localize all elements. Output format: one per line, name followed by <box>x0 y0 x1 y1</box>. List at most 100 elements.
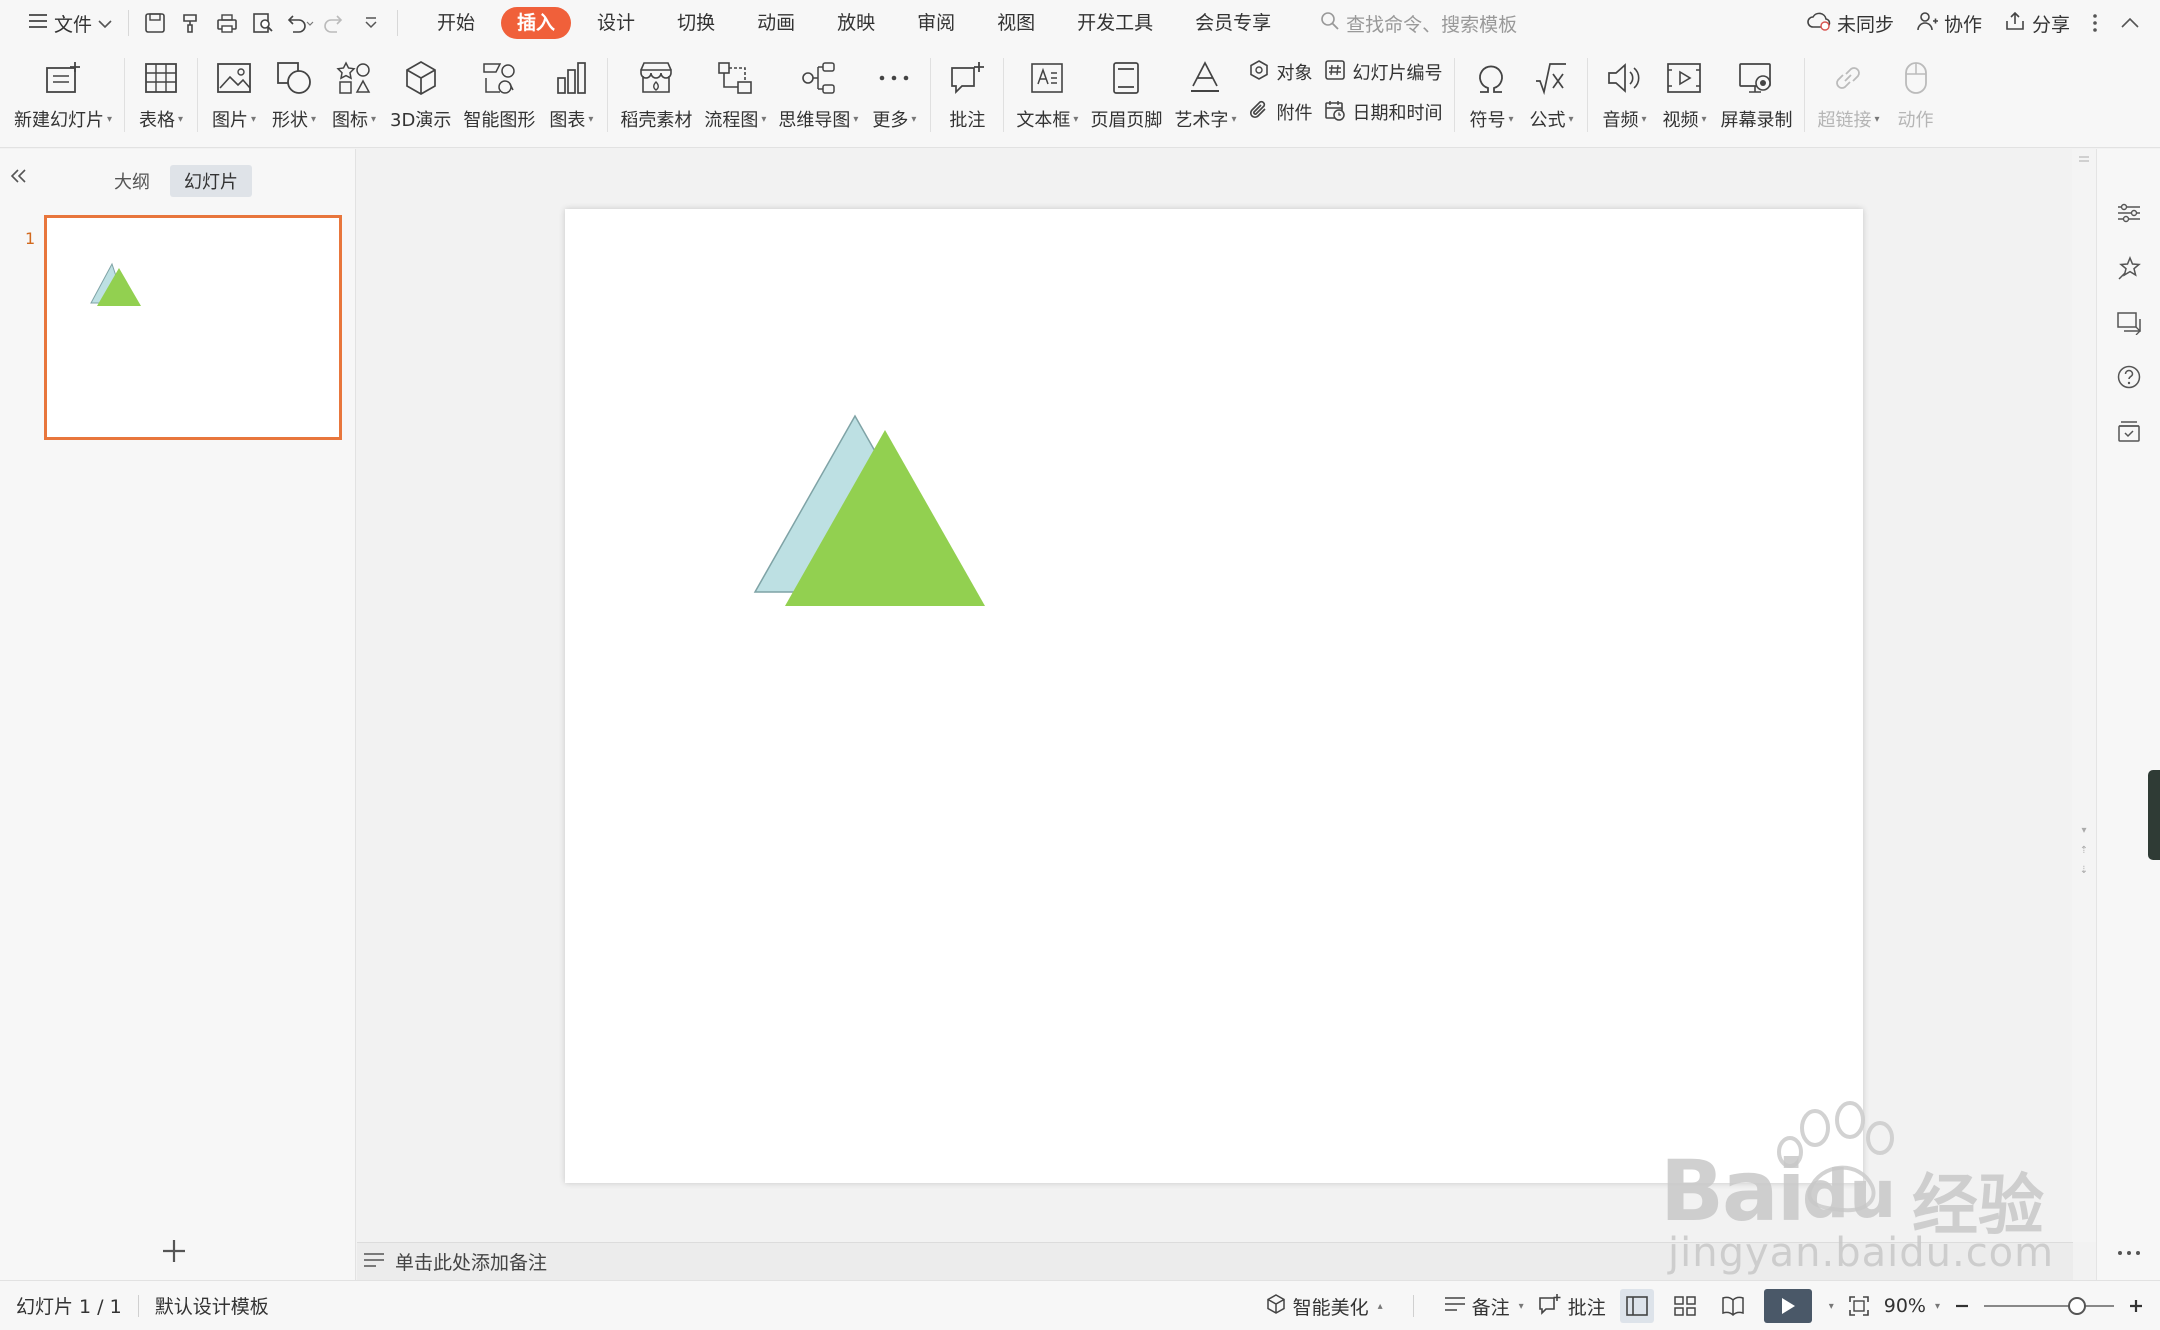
3d-demo-button[interactable]: 3D演示 <box>384 46 457 146</box>
collaborate-button[interactable]: 协作 <box>1916 10 1982 37</box>
chevron-down-icon <box>98 12 112 34</box>
material-button[interactable]: 稻壳素材 <box>614 46 698 146</box>
template-name[interactable]: 默认设计模板 <box>155 1292 269 1319</box>
smart-graphic-button[interactable]: 智能图形 <box>457 46 541 146</box>
caret-up-icon: ▴ <box>1377 1300 1383 1312</box>
command-search[interactable]: 查找命令、搜索模板 <box>1320 10 1517 37</box>
icon-button[interactable]: 图标 ▾ <box>324 46 384 146</box>
zoom-slider-knob[interactable] <box>2068 1297 2086 1315</box>
print-icon[interactable] <box>212 8 242 38</box>
next-slide-icon[interactable]: ⇣ <box>2077 865 2091 876</box>
object-button[interactable]: 对象 <box>1248 58 1312 86</box>
backup-box-icon[interactable] <box>2113 415 2145 447</box>
notes-bar[interactable]: 单击此处添加备注 <box>357 1242 2073 1280</box>
picture-button[interactable]: 图片 ▾ <box>204 46 264 146</box>
divider <box>1587 58 1589 132</box>
more-options-icon[interactable] <box>2092 13 2098 33</box>
tab-outline[interactable]: 大纲 <box>100 165 164 197</box>
undo-icon[interactable] <box>284 8 314 38</box>
slide-sorter-view-button[interactable] <box>1668 1289 1702 1323</box>
textbox-icon <box>1025 56 1069 100</box>
chart-button[interactable]: 图表 ▾ <box>541 46 601 146</box>
tab-home[interactable]: 开始 <box>421 7 491 39</box>
screen-record-button[interactable]: 屏幕录制 <box>1714 46 1798 146</box>
slide-canvas[interactable] <box>565 209 1863 1183</box>
slide-counter: 幻灯片 1 / 1 <box>16 1296 122 1318</box>
more-panels-icon[interactable] <box>2113 1237 2145 1269</box>
scroll-down-arrow-icon[interactable]: ▾ <box>2077 825 2091 836</box>
collapse-panel-icon[interactable] <box>10 165 28 190</box>
comment-add-icon <box>1538 1293 1562 1320</box>
more-label: 更多 <box>872 110 909 131</box>
save-icon[interactable] <box>140 8 170 38</box>
comment-button[interactable]: 批注 <box>937 46 997 146</box>
shape-button[interactable]: 形状 ▾ <box>264 46 324 146</box>
customize-quick-access-icon[interactable] <box>356 8 386 38</box>
tab-animation[interactable]: 动画 <box>741 7 811 39</box>
tab-insert[interactable]: 插入 <box>501 7 572 39</box>
table-button[interactable]: 表格 ▾ <box>131 46 191 146</box>
material-label: 稻壳素材 <box>620 110 693 131</box>
video-button[interactable]: 视频 ▾ <box>1654 46 1714 146</box>
reading-view-button[interactable] <box>1716 1289 1750 1323</box>
slide-thumbnail[interactable] <box>44 215 342 440</box>
scroll-top-icon[interactable] <box>2077 155 2091 166</box>
datetime-button[interactable]: 日期和时间 <box>1324 98 1442 126</box>
hyperlink-button[interactable]: 超链接 ▾ <box>1811 46 1885 146</box>
zoom-out-button[interactable] <box>1954 1298 1970 1314</box>
wordart-button[interactable]: 艺术字 ▾ <box>1168 46 1242 146</box>
flowchart-label: 流程图 <box>704 110 759 131</box>
tab-view[interactable]: 视图 <box>981 7 1051 39</box>
redo-icon[interactable] <box>320 8 350 38</box>
comments-toggle-button[interactable]: 批注 <box>1538 1293 1606 1320</box>
audio-button[interactable]: 音频 ▾ <box>1594 46 1654 146</box>
zoom-in-button[interactable] <box>2128 1298 2144 1314</box>
fit-window-button[interactable] <box>1848 1295 1870 1317</box>
zoom-level-dropdown[interactable]: 90% ▾ <box>1884 1295 1940 1317</box>
tab-transitions[interactable]: 切换 <box>661 7 731 39</box>
textbox-button[interactable]: 文本框 ▾ <box>1010 46 1084 146</box>
formula-button[interactable]: 公式 ▾ <box>1521 46 1581 146</box>
action-button[interactable]: 动作 <box>1886 46 1946 146</box>
print-preview-icon[interactable] <box>248 8 278 38</box>
vertical-scrollbar[interactable]: ▾ ⇡ ⇣ <box>2072 149 2096 1242</box>
wordart-label: 艺术字 <box>1174 110 1229 131</box>
tab-slideshow[interactable]: 放映 <box>821 7 891 39</box>
help-icon[interactable] <box>2113 361 2145 393</box>
properties-sliders-icon[interactable] <box>2113 197 2145 229</box>
share-button[interactable]: 分享 <box>2004 10 2070 37</box>
new-slide-button[interactable]: 新建幻灯片 ▾ <box>8 46 118 146</box>
attachment-button[interactable]: 附件 <box>1248 98 1312 126</box>
slide-switch-icon[interactable] <box>2113 307 2145 339</box>
flowchart-button[interactable]: 流程图 ▾ <box>698 46 772 146</box>
tab-member[interactable]: 会员专享 <box>1179 7 1287 39</box>
normal-view-button[interactable] <box>1619 1289 1654 1323</box>
add-slide-button[interactable] <box>160 1234 188 1274</box>
smart-beautify-button[interactable]: 智能美化 ▴ <box>1265 1293 1383 1320</box>
tab-developer[interactable]: 开发工具 <box>1061 7 1169 39</box>
omega-icon <box>1469 56 1513 100</box>
hamburger-icon <box>28 12 48 34</box>
notes-toggle-button[interactable]: 备注 ▾ <box>1444 1293 1524 1320</box>
previous-slide-icon[interactable]: ⇡ <box>2077 845 2091 856</box>
play-slideshow-button[interactable] <box>1763 1289 1812 1323</box>
floating-side-handle[interactable] <box>2148 770 2160 860</box>
header-footer-button[interactable]: 页眉页脚 <box>1084 46 1168 146</box>
zoom-slider[interactable] <box>1984 1297 2114 1315</box>
symbol-button[interactable]: 符号 ▾ <box>1461 46 1521 146</box>
sync-status-button[interactable]: 未同步 <box>1807 10 1894 37</box>
format-painter-icon[interactable] <box>176 8 206 38</box>
play-options-icon[interactable]: ▾ <box>1829 1301 1834 1312</box>
tab-design[interactable]: 设计 <box>581 7 651 39</box>
animation-star-icon[interactable] <box>2113 253 2145 285</box>
tab-review[interactable]: 审阅 <box>901 7 971 39</box>
more-button[interactable]: 更多 ▾ <box>864 46 924 146</box>
collapse-ribbon-icon[interactable] <box>2120 16 2140 30</box>
mindmap-button[interactable]: 思维导图 ▾ <box>772 46 864 146</box>
cube-icon <box>399 56 443 100</box>
slide-number-button[interactable]: 幻灯片编号 <box>1324 58 1442 86</box>
wordart-icon <box>1183 56 1227 100</box>
formula-label: 公式 <box>1529 110 1566 131</box>
file-menu-button[interactable]: 文件 <box>20 5 120 41</box>
tab-slides[interactable]: 幻灯片 <box>170 165 252 197</box>
